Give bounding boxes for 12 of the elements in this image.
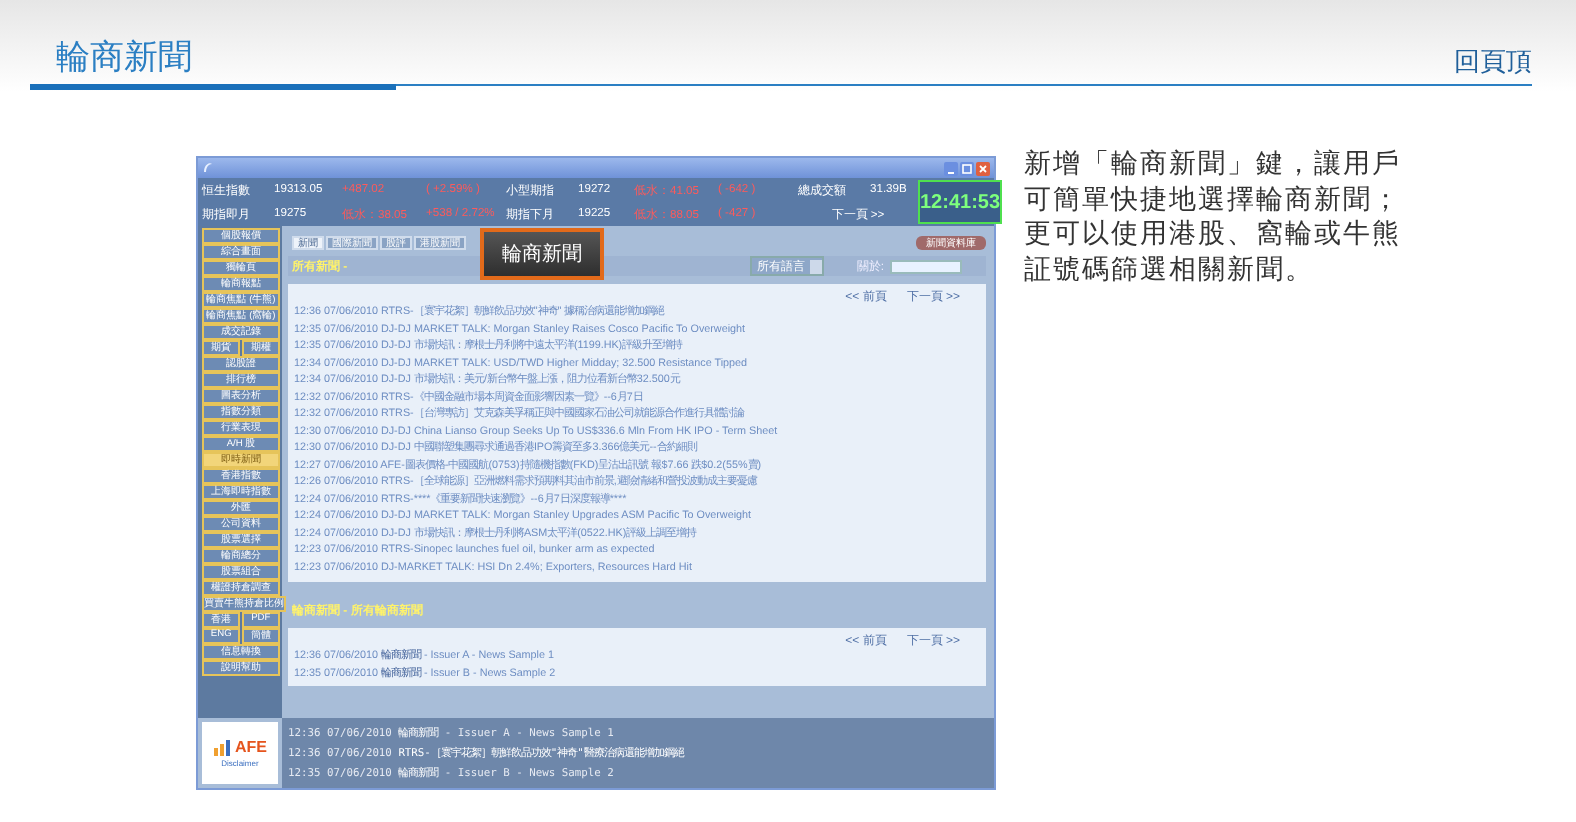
minimize-icon[interactable]: [944, 161, 958, 175]
bar-chart-icon: [213, 738, 233, 756]
page-title: 輪商新聞: [56, 36, 192, 80]
app-icon: [202, 162, 214, 174]
back-to-top-link[interactable]: 回頁頂: [1454, 44, 1532, 88]
description-text: 新增「輪商新聞」鍵，讓用戶可簡單快捷地選擇輪商新聞；更可以使用港股、窩輪或牛熊証號碼篩選相關新聞。: [1024, 146, 1403, 286]
issuer-news-button[interactable]: 輪商新聞: [480, 228, 604, 280]
logo: AFE: [235, 740, 267, 756]
close-icon[interactable]: [976, 161, 990, 175]
search-field[interactable]: [890, 259, 962, 273]
clock-display: 12:41:53: [918, 180, 1003, 224]
maximize-icon[interactable]: [960, 161, 974, 175]
